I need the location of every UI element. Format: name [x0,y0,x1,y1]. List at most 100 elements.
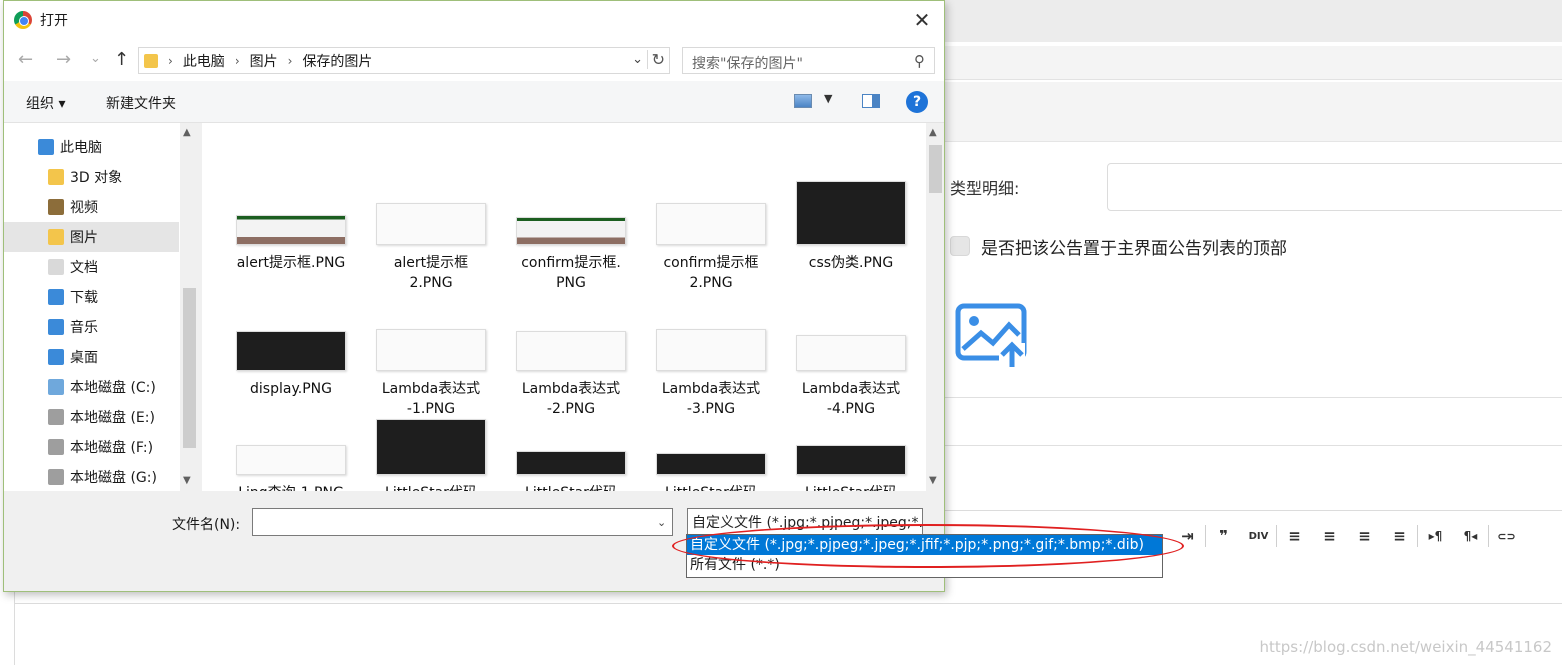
sidebar-item[interactable]: 下载 [4,282,179,312]
filename-label: 文件名(N): [172,517,241,533]
file-item[interactable]: alert提示框.PNG [224,215,358,273]
file-item[interactable]: LittleStar代码 [364,419,498,491]
3d-objects-icon [48,169,64,185]
file-name: LittleStar代码 [364,483,498,491]
refresh-icon[interactable]: ↻ [646,50,665,69]
file-thumbnail [656,203,766,245]
file-name: LittleStar代码 [784,483,918,491]
navigation-pane: 此电脑 3D 对象视频图片文档下载音乐桌面本地磁盘 (C:) 本地磁盘 (E:) 本地… [4,123,199,491]
scrollbar-thumb[interactable] [929,145,942,193]
justify-icon[interactable]: ≡ [1382,521,1417,551]
watermark: https://blog.csdn.net/weixin_44541162 [1259,638,1552,656]
file-item[interactable]: Linq查询-1.PNG [224,445,358,491]
file-item[interactable]: LittleStar代码 [644,453,778,491]
align-center-icon[interactable]: ≡ [1312,521,1347,551]
breadcrumb-this-pc[interactable]: 此电脑 [183,51,225,71]
link-icon[interactable]: ⊂⊃ [1489,521,1524,551]
sidebar-item-label: 图片 [70,230,98,246]
sidebar-item[interactable]: 本地磁盘 (C:) [4,372,179,402]
breadcrumb-pictures[interactable]: 图片 [250,51,278,71]
sidebar-item[interactable]: 本地磁盘 (F:) [4,432,179,462]
type-detail-label: 类型明细: [950,179,1020,198]
file-name-line1: confirm提示框. [521,255,621,271]
file-item[interactable]: Lambda表达式 -2.PNG [504,331,638,419]
file-item[interactable]: css伪类.PNG [784,181,918,273]
divider [945,445,1562,446]
search-box[interactable]: 搜索"保存的图片" ⚲ [682,47,935,74]
breadcrumb-separator: › [234,53,240,68]
change-view-icon[interactable] [794,94,812,108]
sidebar-item[interactable]: 音乐 [4,312,179,342]
forward-icon[interactable]: → [56,49,71,70]
file-name: css伪类.PNG [784,253,918,273]
sidebar-item[interactable]: 3D 对象 [4,162,179,192]
recent-locations-icon[interactable]: ⌄ [90,51,101,66]
upload-image-icon[interactable] [955,303,1029,369]
help-icon[interactable]: ? [906,91,928,113]
file-name-line1: Lambda表达式 [381,381,481,397]
code-icon[interactable]: DIV [1241,521,1276,551]
breadcrumb-separator: › [168,53,173,68]
sidebar-item-label: 桌面 [70,350,98,366]
organize-button[interactable]: 组织 ▾ [26,93,65,113]
file-thumbnail [376,419,486,475]
filename-input[interactable] [252,508,673,536]
scroll-down-icon[interactable]: ▼ [183,475,191,486]
scrollbar-thumb[interactable] [183,288,196,448]
file-item[interactable]: display.PNG [224,331,358,399]
address-bar[interactable]: › 此电脑 › 图片 › 保存的图片 ⌄ ↻ [138,47,670,74]
file-item[interactable]: Lambda表达式 -4.PNG [784,335,918,419]
chevron-down-icon[interactable]: ⌄ [632,52,643,67]
music-folder-icon [48,319,64,335]
sidebar-item[interactable]: 此电脑 [4,132,179,162]
preview-pane-icon[interactable] [862,94,880,108]
align-right-icon[interactable]: ≡ [1347,521,1382,551]
file-item[interactable]: confirm提示框. PNG [504,217,638,293]
search-icon[interactable]: ⚲ [914,52,925,70]
ltr-icon[interactable]: ▸¶ [1418,521,1453,551]
up-icon[interactable]: ↑ [114,49,129,70]
sidebar-item-label: 本地磁盘 (G:) [70,470,157,486]
file-name: Lambda表达式 -3.PNG [644,379,778,419]
rtl-icon[interactable]: ¶◂ [1453,521,1488,551]
view-options-dropdown-icon[interactable]: ▼ [824,92,832,105]
sidebar-item[interactable]: 本地磁盘 (E:) [4,402,179,432]
file-item[interactable]: confirm提示框 2.PNG [644,203,778,293]
align-left-icon[interactable]: ≡ [1277,521,1312,551]
file-name: alert提示框 2.PNG [364,253,498,293]
back-icon[interactable]: ← [18,49,33,70]
navigation-pane-scrollbar[interactable]: ▲ ▼ [180,123,199,491]
scroll-down-icon[interactable]: ▼ [929,475,937,486]
file-name-line1: alert提示框 [393,255,469,271]
file-list-scrollbar[interactable]: ▲ ▼ [926,123,944,491]
file-name-line2: -3.PNG [686,401,736,417]
file-item[interactable]: Lambda表达式 -3.PNG [644,329,778,419]
file-thumbnail [796,181,906,245]
desktop-folder-icon [48,349,64,365]
sidebar-item[interactable]: 桌面 [4,342,179,372]
sidebar-item-label: 下载 [70,290,98,306]
type-detail-input[interactable] [1107,163,1562,211]
close-button[interactable]: ✕ [904,3,940,37]
scroll-up-icon[interactable]: ▲ [183,127,191,138]
command-bar: 组织 ▾ 新建文件夹 ▼ ? [4,81,944,123]
downloads-folder-icon [48,289,64,305]
editor-toolbar: ⇥ ❞ DIV ≡ ≡ ≡ ≡ ▸¶ ¶◂ ⊂⊃ [1170,520,1524,552]
file-item[interactable]: LittleStar代码 [784,445,918,491]
file-item[interactable]: Lambda表达式 -1.PNG [364,329,498,419]
file-item[interactable]: LittleStar代码 [504,451,638,491]
file-item[interactable]: alert提示框 2.PNG [364,203,498,293]
new-folder-button[interactable]: 新建文件夹 [106,93,176,113]
sidebar-item[interactable]: 文档 [4,252,179,282]
pin-to-top-checkbox[interactable] [950,236,970,256]
sidebar-item[interactable]: 视频 [4,192,179,222]
breadcrumb-saved-pictures[interactable]: 保存的图片 [302,51,372,71]
sidebar-item[interactable]: 本地磁盘 (G:) [4,462,179,492]
file-name: LittleStar代码 [504,483,638,491]
scroll-up-icon[interactable]: ▲ [929,127,937,138]
sidebar-item[interactable]: 图片 [4,222,179,252]
file-name-line1: Lambda表达式 [801,381,901,397]
quote-icon[interactable]: ❞ [1206,521,1241,551]
sidebar-item-label: 本地磁盘 (E:) [70,410,155,426]
sidebar-item-label: 视频 [70,200,98,216]
